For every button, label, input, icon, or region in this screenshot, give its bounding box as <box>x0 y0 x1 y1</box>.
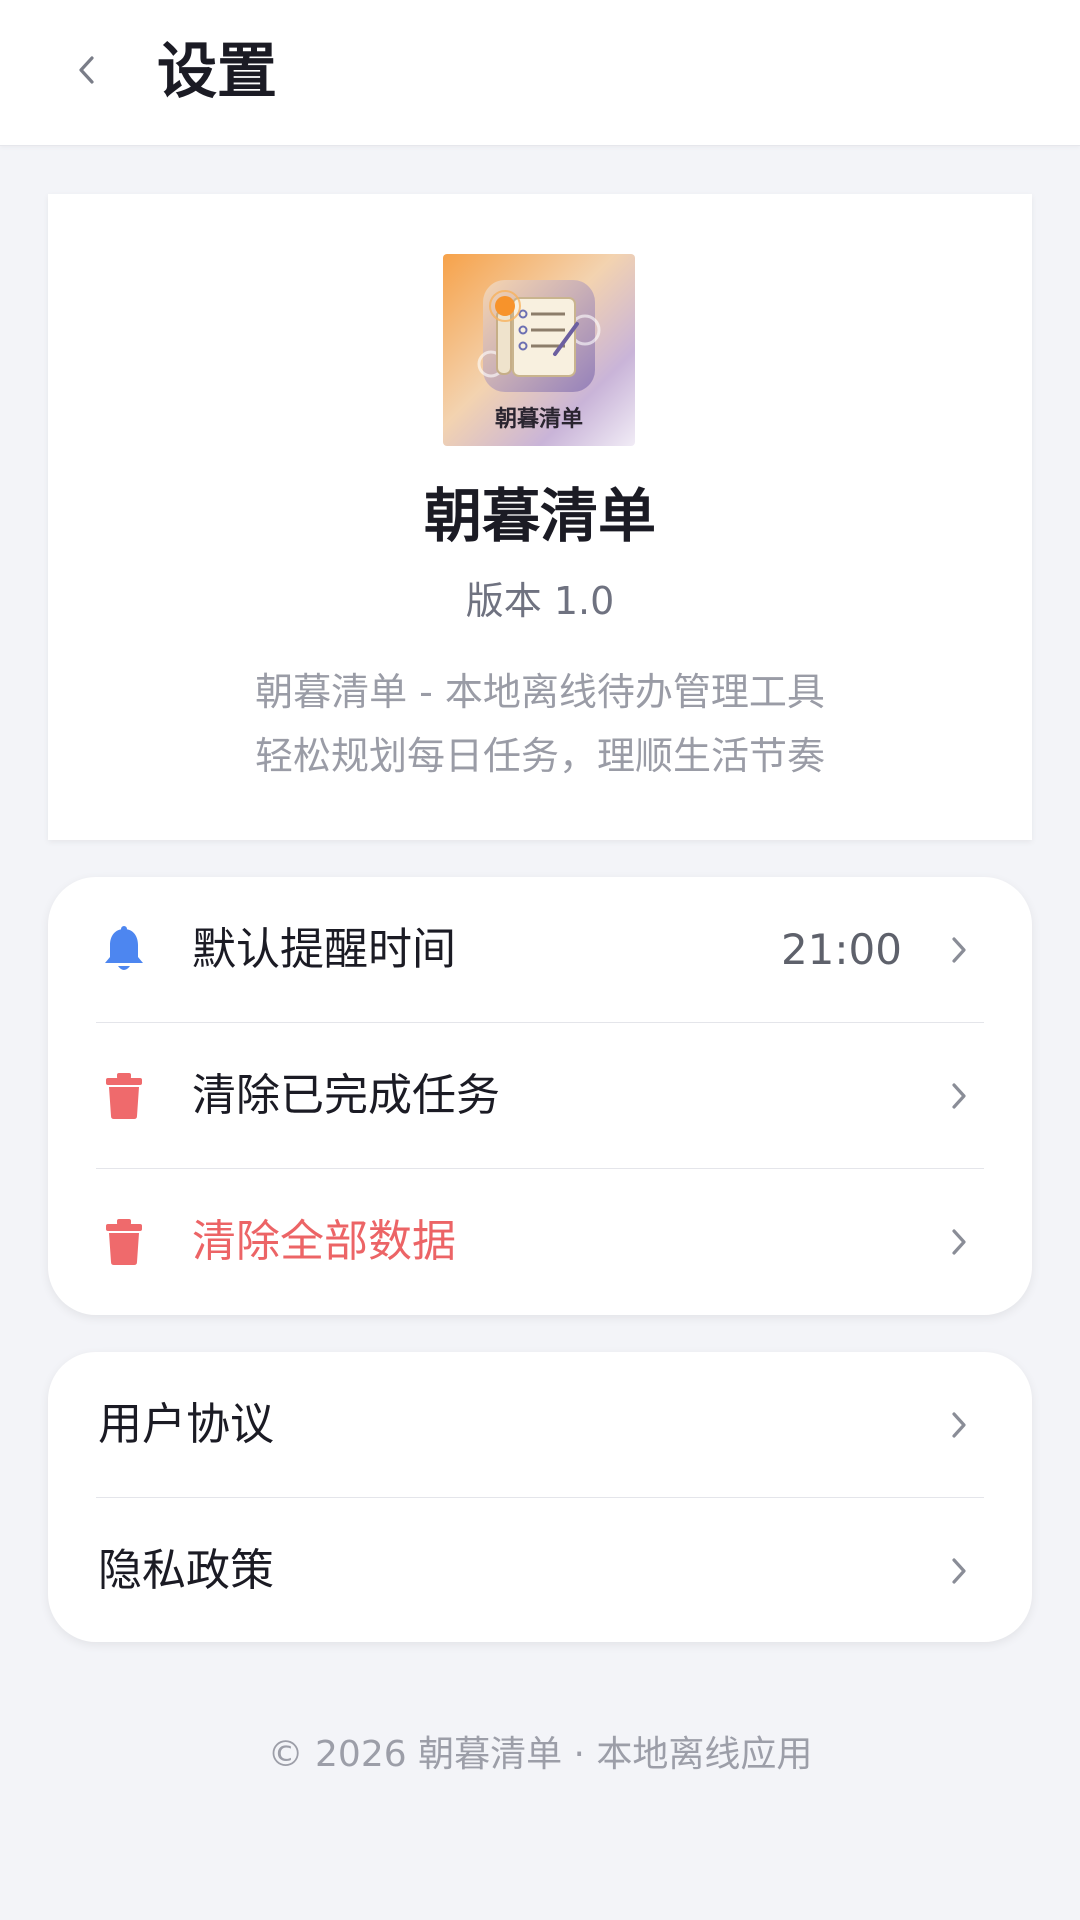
trash-icon <box>100 1070 148 1122</box>
chevron-right-icon <box>944 1075 974 1117</box>
app-name: 朝暮清单 <box>423 482 656 550</box>
footer-copyright: © 2026 朝暮清单 · 本地离线应用 <box>267 1734 813 1775</box>
back-button[interactable] <box>56 38 116 102</box>
app-version: 版本 1.0 <box>465 579 615 623</box>
app-logo-text: 朝暮清单 <box>495 406 583 432</box>
user-agreement-label: 用户协议 <box>98 1399 274 1450</box>
clear-all-data-label: 清除全部数据 <box>192 1216 456 1267</box>
settings-group: 默认提醒时间 21:00 清除已完成任务 清除全部数据 <box>48 877 1032 1315</box>
description-line-1: 朝暮清单 - 本地离线待办管理工具 <box>255 670 825 714</box>
default-reminder-value: 21:00 <box>780 925 902 974</box>
clear-completed-label: 清除已完成任务 <box>192 1070 500 1121</box>
app-header: 设置 <box>0 0 1080 146</box>
description-line-2: 轻松规划每日任务，理顺生活节奏 <box>254 734 825 778</box>
privacy-policy-label: 隐私政策 <box>98 1545 274 1596</box>
bell-icon <box>100 924 148 976</box>
default-reminder-label: 默认提醒时间 <box>192 924 456 975</box>
app-logo: 朝暮清单 <box>443 254 635 446</box>
clear-all-data-row[interactable]: 清除全部数据 <box>48 1169 1032 1315</box>
app-description: 朝暮清单 - 本地离线待办管理工具 轻松规划每日任务，理顺生活节奏 <box>48 660 1032 788</box>
trash-icon <box>100 1216 148 1268</box>
default-reminder-row[interactable]: 默认提醒时间 21:00 <box>48 877 1032 1023</box>
about-card: 朝暮清单 朝暮清单 版本 1.0 朝暮清单 - 本地离线待办管理工具 轻松规划每… <box>48 194 1032 840</box>
page-title: 设置 <box>157 37 277 107</box>
chevron-left-icon <box>79 56 94 84</box>
user-agreement-row[interactable]: 用户协议 <box>48 1352 1032 1498</box>
chevron-right-icon <box>944 929 974 971</box>
chevron-right-icon <box>944 1550 974 1592</box>
chevron-right-icon <box>944 1404 974 1446</box>
clear-completed-row[interactable]: 清除已完成任务 <box>48 1023 1032 1169</box>
legal-group: 用户协议 隐私政策 <box>48 1352 1032 1642</box>
chevron-right-icon <box>944 1221 974 1263</box>
privacy-policy-row[interactable]: 隐私政策 <box>48 1498 1032 1642</box>
